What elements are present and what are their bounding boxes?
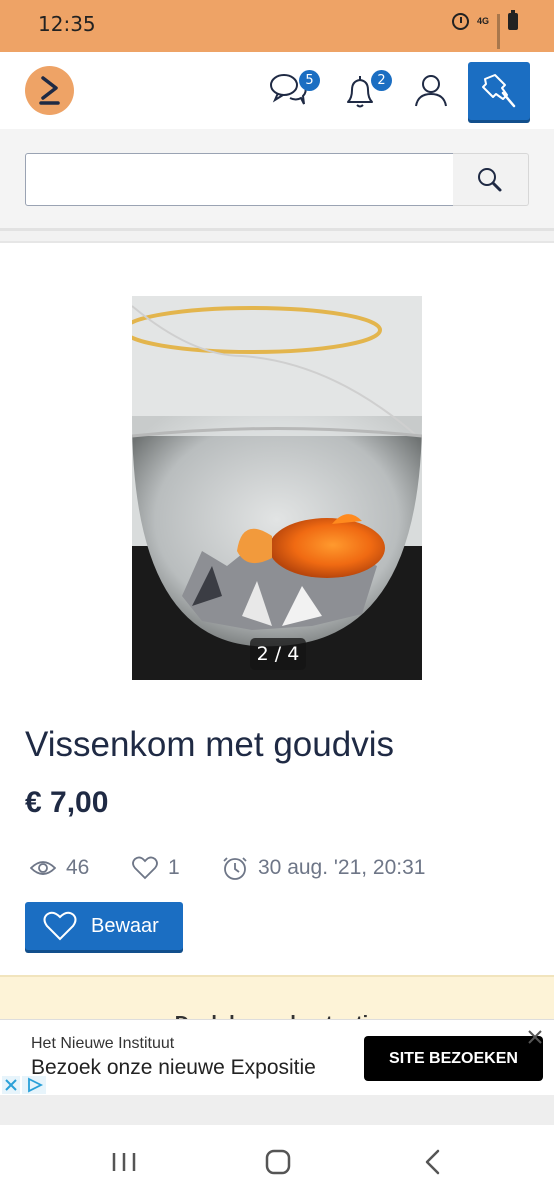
notice-strip: Deel deze advertentie — [0, 975, 554, 1025]
notifications-button[interactable]: 2 — [342, 70, 392, 112]
recent-apps-icon — [112, 1153, 136, 1171]
ad-cta-button[interactable]: SITE BEZOEKEN — [364, 1036, 543, 1081]
navigation-bar — [0, 1125, 554, 1200]
close-icon[interactable] — [526, 1028, 544, 1046]
ad-advertiser: Het Nieuwe Instituut — [31, 1035, 175, 1052]
views-count: 46 — [66, 856, 90, 879]
messages-button[interactable]: 5 — [268, 70, 320, 112]
listing-price: € 7,00 — [25, 786, 109, 819]
back-button[interactable] — [414, 1145, 454, 1179]
date-stat: 30 aug. '21, 20:31 — [222, 853, 426, 883]
account-button[interactable] — [410, 70, 452, 112]
save-button[interactable]: Bewaar — [25, 902, 183, 950]
place-ad-button[interactable] — [468, 62, 530, 120]
search-button[interactable] — [453, 153, 529, 206]
status-icons: 4G — [452, 10, 518, 49]
home-icon — [265, 1149, 291, 1175]
recent-apps-button[interactable] — [104, 1145, 144, 1179]
ad-headline: Bezoek onze nieuwe Expositie — [31, 1056, 316, 1079]
page-gap — [0, 1095, 554, 1125]
heart-icon — [43, 911, 77, 941]
back-icon — [425, 1149, 440, 1175]
app-header: 5 2 — [0, 52, 554, 129]
eye-icon — [30, 861, 56, 875]
save-label: Bewaar — [91, 914, 159, 937]
favorites-stat: 1 — [132, 853, 180, 883]
user-icon — [415, 75, 447, 107]
listing-title: Vissenkom met goudvis — [25, 725, 394, 764]
heart-icon — [132, 856, 158, 880]
pin-icon — [482, 74, 516, 108]
listing-card: Vissenkom met goudvis € 7,00 46 1 30 aug… — [0, 241, 554, 975]
search-input[interactable] — [25, 153, 454, 206]
close-icon[interactable] — [2, 1076, 20, 1094]
favorites-count: 1 — [168, 856, 180, 879]
ad-banner[interactable]: Het Nieuwe Instituut Bezoek onze nieuwe … — [0, 1019, 554, 1095]
signal-icon — [497, 13, 500, 49]
posted-date: 30 aug. '21, 20:31 — [258, 856, 426, 879]
alarm-icon — [452, 13, 469, 30]
photo-counter: 2 / 4 — [250, 638, 306, 670]
battery-icon — [508, 10, 518, 30]
status-bar: 12:35 4G — [0, 0, 554, 52]
goldfish-bowl-photo — [132, 296, 422, 680]
network-label: 4G — [477, 16, 490, 26]
search-area — [0, 129, 554, 231]
clock-icon — [223, 857, 247, 880]
home-button[interactable] — [258, 1145, 298, 1179]
listing-stats: 46 1 30 aug. '21, 20:31 — [30, 853, 530, 883]
status-time: 12:35 — [38, 12, 96, 36]
listing-photo[interactable] — [132, 296, 422, 680]
messages-badge: 5 — [299, 70, 320, 91]
views-stat: 46 — [30, 853, 89, 883]
logo-icon[interactable] — [25, 66, 74, 115]
adchoices-icon[interactable] — [22, 1076, 46, 1094]
notifications-badge: 2 — [371, 70, 392, 91]
search-icon — [478, 168, 502, 192]
